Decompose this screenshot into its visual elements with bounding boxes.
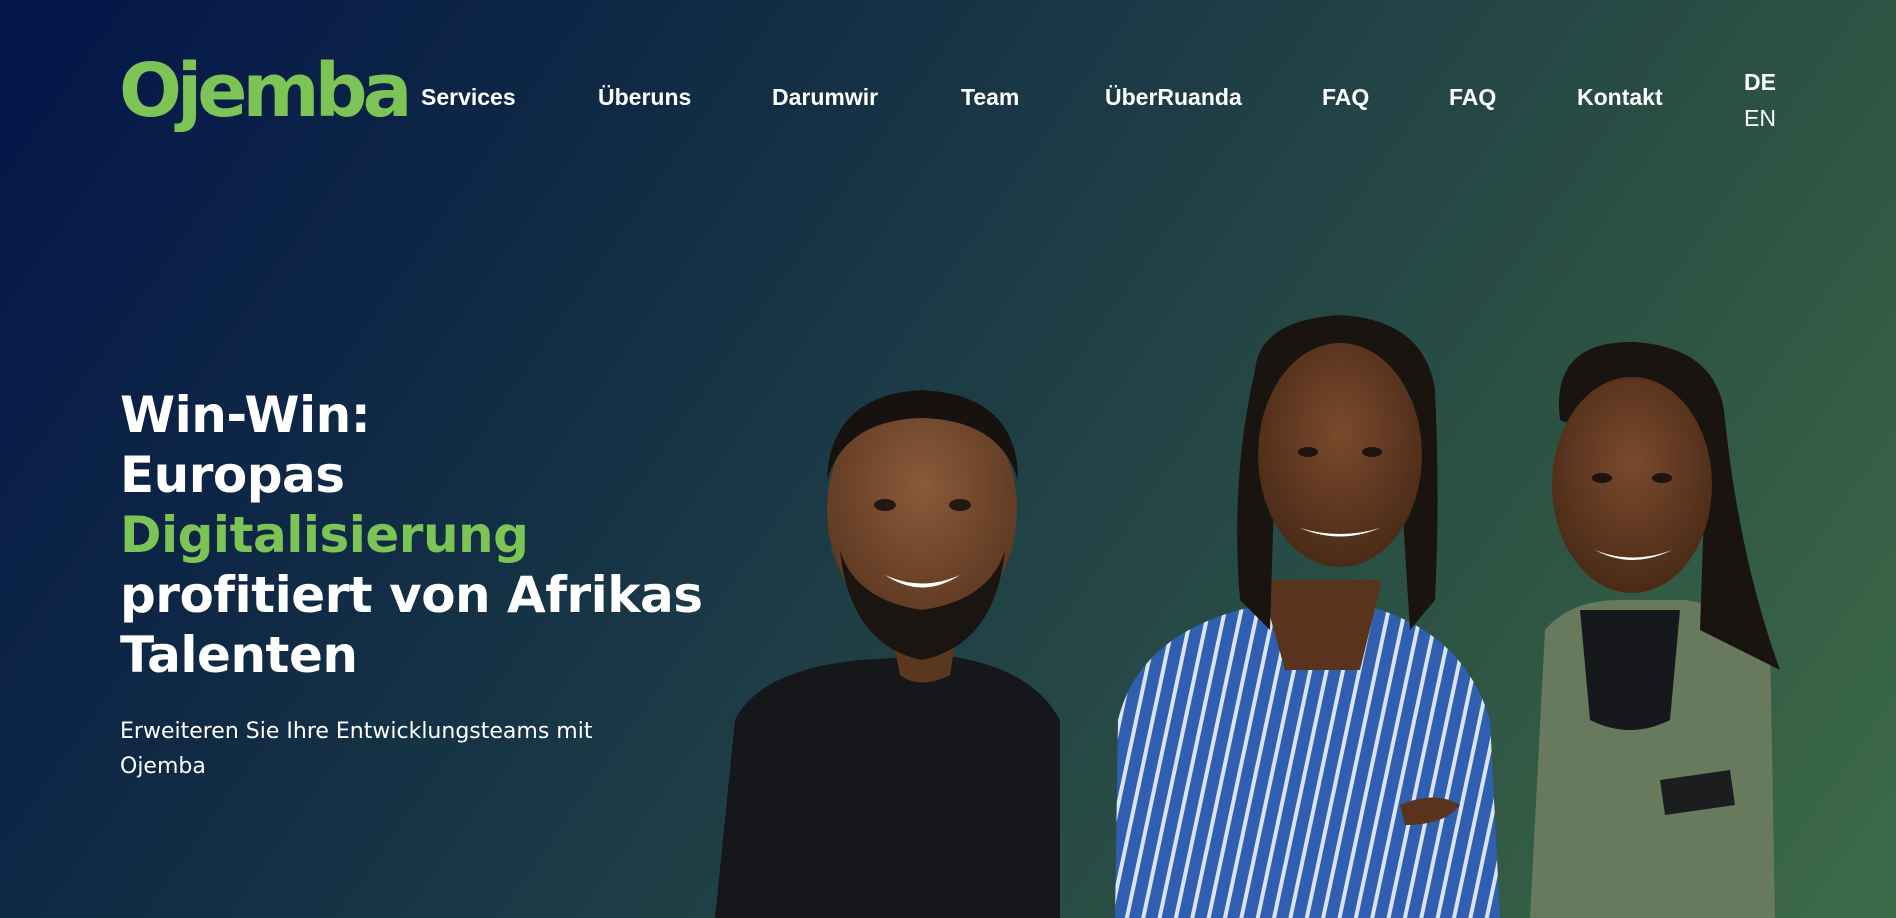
headline-highlight: Digitalisierung <box>120 506 529 564</box>
person-center <box>1115 315 1500 918</box>
main-nav: Services Überuns Darumwir Team ÜberRuand… <box>0 82 1896 112</box>
headline-line: Win-Win: <box>120 386 371 444</box>
team-photo <box>715 315 1780 918</box>
hero-headline: Win-Win: Europas Digitalisierung profiti… <box>120 385 703 685</box>
headline-line: Talenten <box>120 626 358 684</box>
language-option-en[interactable]: EN <box>1744 100 1784 136</box>
person-right <box>1530 341 1780 918</box>
language-option-de[interactable]: DE <box>1744 64 1784 100</box>
language-switcher: DE EN <box>1744 64 1784 136</box>
nav-item-darum-wir[interactable]: Darumwir <box>772 82 878 112</box>
person-left <box>715 390 1060 918</box>
headline-line: profitiert von Afrikas <box>120 566 703 624</box>
nav-item-kontakt[interactable]: Kontakt <box>1577 82 1663 112</box>
nav-item-faq-2[interactable]: FAQ <box>1449 82 1496 112</box>
hero-section: Ojemba Services Überuns Darumwir Team Üb… <box>0 0 1896 918</box>
nav-item-team[interactable]: Team <box>961 82 1019 112</box>
nav-item-services[interactable]: Services <box>421 82 516 112</box>
hero-subtext: Erweiteren Sie Ihre Entwicklungsteams mi… <box>120 719 593 779</box>
nav-item-ueber-uns[interactable]: Überuns <box>598 82 691 112</box>
nav-item-ueber-ruanda[interactable]: ÜberRuanda <box>1105 82 1242 112</box>
headline-line: Europas <box>120 446 345 504</box>
nav-item-faq[interactable]: FAQ <box>1322 82 1369 112</box>
